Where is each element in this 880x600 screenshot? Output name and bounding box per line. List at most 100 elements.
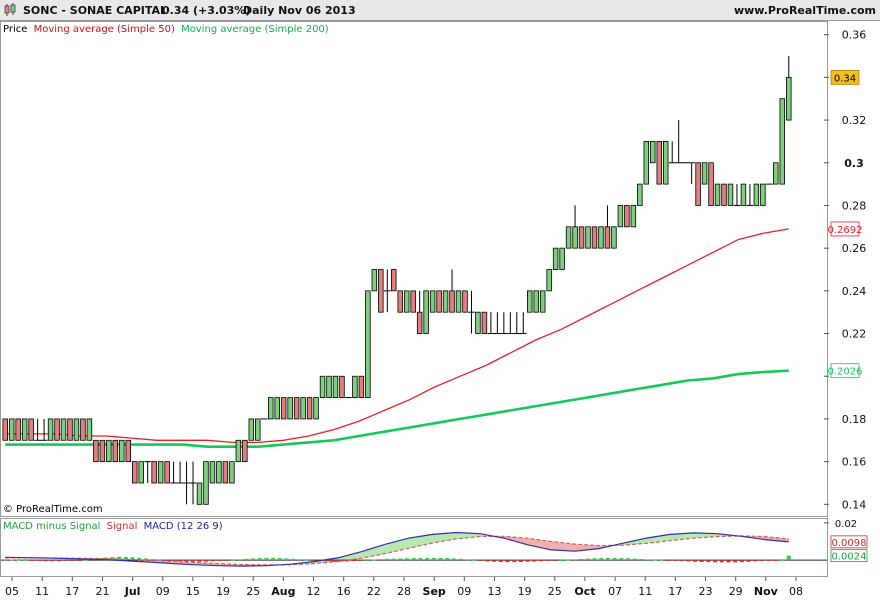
candle xyxy=(455,290,462,313)
candle xyxy=(229,461,235,484)
candle xyxy=(28,418,34,441)
candle-body xyxy=(565,226,572,249)
candle-body xyxy=(760,183,766,206)
macd-hist-bar xyxy=(405,558,410,561)
macd-hist-bar xyxy=(639,558,644,561)
legend-price: Price xyxy=(3,24,27,35)
candle-body xyxy=(216,461,222,484)
y-tick-label: 0.32 xyxy=(842,114,867,127)
macd-hist-bar xyxy=(271,557,276,561)
macd-hist-bar xyxy=(766,560,771,561)
macd-hist-bar xyxy=(230,559,235,561)
macd-hist-bar xyxy=(378,559,383,561)
candle xyxy=(86,418,93,441)
candle-body xyxy=(643,141,650,185)
macd-hist-bar xyxy=(277,558,282,561)
candle-body xyxy=(15,418,21,441)
candle-body xyxy=(106,439,112,463)
candle-body xyxy=(436,290,442,313)
candle xyxy=(721,183,727,206)
candle xyxy=(222,461,229,484)
x-tick-label: 19 xyxy=(216,585,230,598)
macd-hist-bar xyxy=(83,559,88,561)
candle xyxy=(624,205,630,228)
candle-body xyxy=(255,418,261,441)
candle-body xyxy=(442,290,449,313)
site-link[interactable]: www.ProRealTime.com xyxy=(734,4,876,17)
candle-body xyxy=(8,418,15,441)
candle xyxy=(80,418,86,441)
candle-body xyxy=(578,226,585,249)
macd-hist-bar xyxy=(391,558,396,561)
candle xyxy=(157,461,164,484)
macd-hist-bar xyxy=(726,560,731,563)
macd-hist-bar xyxy=(264,557,269,561)
macd-hist-bar xyxy=(773,560,778,561)
legend-ma200: Moving average (Simple 200) xyxy=(181,24,329,35)
candle xyxy=(403,290,410,313)
macd-hist-bar xyxy=(666,560,671,561)
macd-hist-bar xyxy=(719,560,724,563)
candle-body xyxy=(397,290,403,313)
macd-hist-bar xyxy=(559,560,564,561)
candle-body xyxy=(662,141,669,185)
x-tick-label: 12 xyxy=(307,585,321,598)
candle-body xyxy=(157,461,164,484)
macd-hist-bar xyxy=(632,558,637,561)
candle xyxy=(235,439,242,463)
candle xyxy=(293,397,300,420)
candle xyxy=(365,290,371,398)
macd-hist-bar xyxy=(545,560,550,561)
x-tick-label: Sep xyxy=(423,585,446,598)
x-tick-label: 28 xyxy=(397,585,411,598)
candle-body xyxy=(527,290,533,313)
y-tick-label: 0.14 xyxy=(842,498,867,511)
candle xyxy=(617,205,624,228)
candle-body xyxy=(475,311,481,334)
candle xyxy=(539,290,546,313)
candle xyxy=(773,162,779,185)
candle-body xyxy=(28,418,34,441)
macd-hist-bar xyxy=(431,557,436,561)
macd-hist-bar xyxy=(599,558,604,561)
macd-hist-bar xyxy=(518,560,523,562)
macd-hist-bar xyxy=(538,560,543,562)
candle xyxy=(740,183,747,206)
candle-body xyxy=(86,418,93,441)
macd-hist-bar xyxy=(36,560,41,561)
candle xyxy=(442,290,449,313)
x-tick-label: 17 xyxy=(668,585,682,598)
candle-body xyxy=(611,226,617,249)
candle-body xyxy=(73,418,80,441)
candle xyxy=(760,183,766,206)
hist-value-tag-label: 0.0024 xyxy=(832,552,867,563)
x-tick-label: 22 xyxy=(367,585,381,598)
x-tick-label: 15 xyxy=(186,585,200,598)
candle-body xyxy=(598,226,604,249)
macd-hist-bar xyxy=(780,559,785,561)
macd-hist-bar xyxy=(438,557,443,561)
candle-body xyxy=(358,375,365,398)
candle-body xyxy=(67,418,73,441)
y-tick-label: 0.36 xyxy=(842,29,867,42)
macd-hist-bar xyxy=(592,558,597,561)
candle xyxy=(358,375,365,398)
candle xyxy=(708,162,714,206)
candle xyxy=(533,290,539,313)
macd-hist-bar xyxy=(746,560,751,562)
candle-body xyxy=(546,269,552,292)
candle-body xyxy=(708,162,714,206)
x-tick-label: 23 xyxy=(699,585,713,598)
y-tick-label: 0.28 xyxy=(842,199,867,212)
candle xyxy=(54,418,60,441)
candle xyxy=(436,290,442,313)
candle xyxy=(47,418,54,441)
candle-body xyxy=(617,205,624,228)
candle xyxy=(714,183,721,206)
macd-hist-bar xyxy=(552,560,557,561)
candle-body xyxy=(701,162,708,185)
candle xyxy=(319,375,326,398)
candle xyxy=(287,397,293,420)
macd-hist-bar xyxy=(753,560,758,562)
candle xyxy=(203,461,209,505)
